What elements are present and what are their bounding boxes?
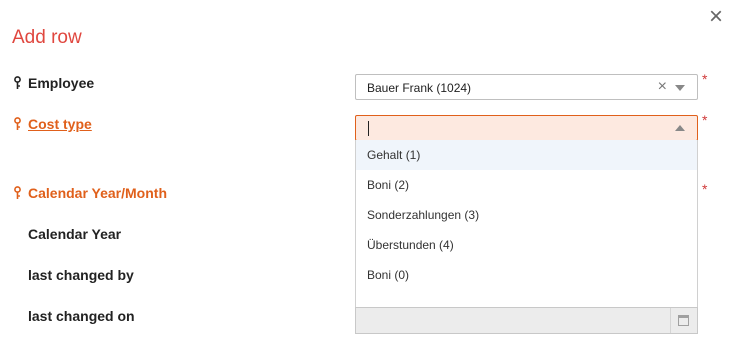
cost-type-input[interactable] [355, 115, 698, 141]
cost-type-required-marker: * [702, 112, 708, 128]
cost-type-label[interactable]: Cost type [28, 116, 92, 132]
employee-required-marker: * [702, 71, 708, 87]
key-icon [14, 76, 21, 89]
chevron-down-icon[interactable] [675, 85, 685, 91]
employee-value: Bauer Frank (1024) [367, 81, 472, 95]
last-changed-by-label: last changed by [28, 267, 134, 283]
dialog-title: Add row [12, 27, 82, 48]
last-changed-on-label: last changed on [28, 308, 135, 324]
employee-select[interactable]: Bauer Frank (1024) × [355, 74, 698, 100]
chevron-up-icon[interactable] [675, 125, 685, 131]
close-icon[interactable]: × [705, 5, 727, 29]
dropdown-option[interactable]: Überstunden (4) [356, 230, 697, 260]
employee-label: Employee [28, 75, 95, 91]
dropdown-option[interactable]: Boni (0) [356, 260, 697, 290]
text-cursor [368, 121, 369, 136]
last-changed-on-field [355, 307, 698, 334]
dropdown-option[interactable]: Sonderzahlungen (3) [356, 200, 697, 230]
calendar-icon [678, 315, 689, 326]
cost-type-dropdown: Gehalt (1) Boni (2) Sonderzahlungen (3) … [355, 140, 698, 308]
calendar-year-month-label: Calendar Year/Month [28, 185, 168, 201]
dropdown-option[interactable]: Gehalt (1) [356, 140, 697, 170]
date-picker-button [670, 308, 697, 333]
key-icon [14, 117, 21, 130]
clear-icon[interactable]: × [658, 77, 667, 97]
dropdown-option[interactable]: Boni (2) [356, 170, 697, 200]
calendar-year-label: Calendar Year [28, 226, 122, 242]
calendar-year-month-required-marker: * [702, 181, 708, 197]
key-icon [14, 186, 21, 199]
